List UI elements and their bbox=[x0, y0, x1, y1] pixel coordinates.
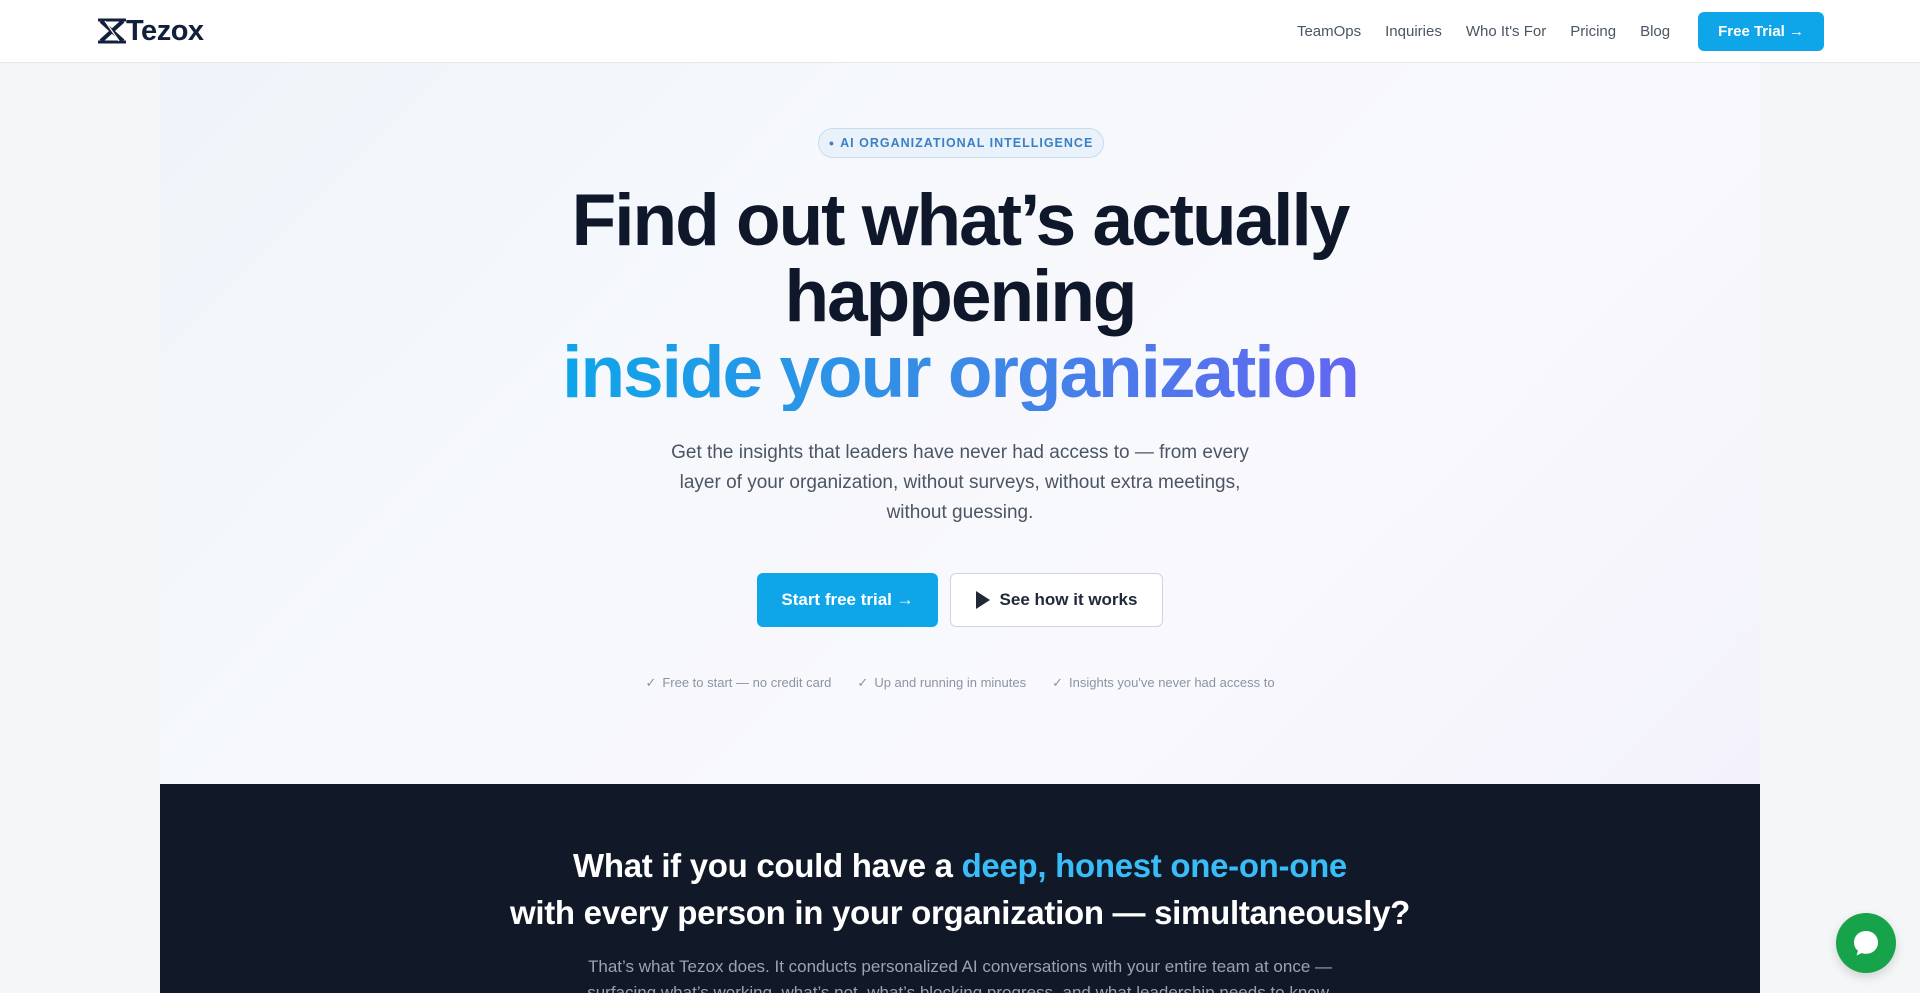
section-title: What if you could have a deep, honest on… bbox=[160, 842, 1760, 936]
nav-link-pricing[interactable]: Pricing bbox=[1570, 23, 1616, 40]
headline-line-1: Find out what’s actually bbox=[571, 180, 1351, 261]
nav-link-teamops[interactable]: TeamOps bbox=[1297, 23, 1361, 40]
logo[interactable]: Tezox bbox=[96, 14, 204, 47]
section-description: That’s what Tezox does. It conducts pers… bbox=[587, 957, 1333, 993]
nav-link-inquiries[interactable]: Inquiries bbox=[1385, 23, 1442, 40]
start-free-trial-button[interactable]: Start free trial → bbox=[757, 573, 938, 627]
see-how-it-works-button[interactable]: See how it works bbox=[950, 573, 1163, 627]
nav-link-blog[interactable]: Blog bbox=[1640, 23, 1670, 40]
checklist-item: ✓ Up and running in minutes bbox=[857, 675, 1026, 691]
checklist-item-label: Free to start — no credit card bbox=[662, 675, 832, 690]
headline-highlight: inside your organization bbox=[562, 332, 1360, 413]
badge-label: AI ORGANIZATIONAL INTELLIGENCE bbox=[840, 136, 1094, 150]
hero-subtitle: Get the insights that leaders have never… bbox=[671, 442, 1249, 523]
free-trial-button[interactable]: Free Trial → bbox=[1698, 12, 1824, 51]
hero-section: ● AI ORGANIZATIONAL INTELLIGENCE Find ou… bbox=[160, 63, 1760, 784]
headline-line-2: happening bbox=[784, 256, 1137, 337]
checklist-item-label: Insights you've never had access to bbox=[1069, 675, 1275, 690]
play-icon bbox=[975, 591, 990, 609]
badge-dot: ● bbox=[828, 138, 836, 148]
hero-headline: Find out what’s actually happening insid… bbox=[160, 183, 1760, 411]
logo-text: Tezox bbox=[126, 14, 204, 47]
section-title-line2: with every person in your organization —… bbox=[509, 894, 1411, 931]
nav-link-who-its-for[interactable]: Who It's For bbox=[1466, 23, 1546, 40]
checklist-item: ✓ Free to start — no credit card bbox=[645, 675, 831, 691]
section-title-highlight: deep, honest one-on-one bbox=[961, 847, 1348, 884]
check-icon: ✓ bbox=[645, 675, 657, 690]
checklist-item-label: Up and running in minutes bbox=[874, 675, 1027, 690]
chat-bubble-icon bbox=[1854, 931, 1878, 956]
chat-widget-button[interactable] bbox=[1836, 913, 1896, 973]
one-on-one-section: What if you could have a deep, honest on… bbox=[160, 784, 1760, 993]
nav-links: TeamOps Inquiries Who It's For Pricing B… bbox=[1297, 12, 1824, 51]
check-icon: ✓ bbox=[857, 675, 869, 690]
checklist-item: ✓ Insights you've never had access to bbox=[1052, 675, 1274, 691]
tezox-logo-icon bbox=[98, 18, 126, 44]
top-nav: Tezox TeamOps Inquiries Who It's For Pri… bbox=[0, 0, 1920, 63]
hero-badge: ● AI ORGANIZATIONAL INTELLIGENCE bbox=[818, 128, 1104, 158]
section-title-part1: What if you could have a bbox=[573, 847, 962, 884]
hero-checklist: ✓ Free to start — no credit card ✓ Up and … bbox=[160, 675, 1760, 691]
check-icon: ✓ bbox=[1052, 675, 1063, 690]
see-how-it-works-label: See how it works bbox=[999, 590, 1138, 609]
